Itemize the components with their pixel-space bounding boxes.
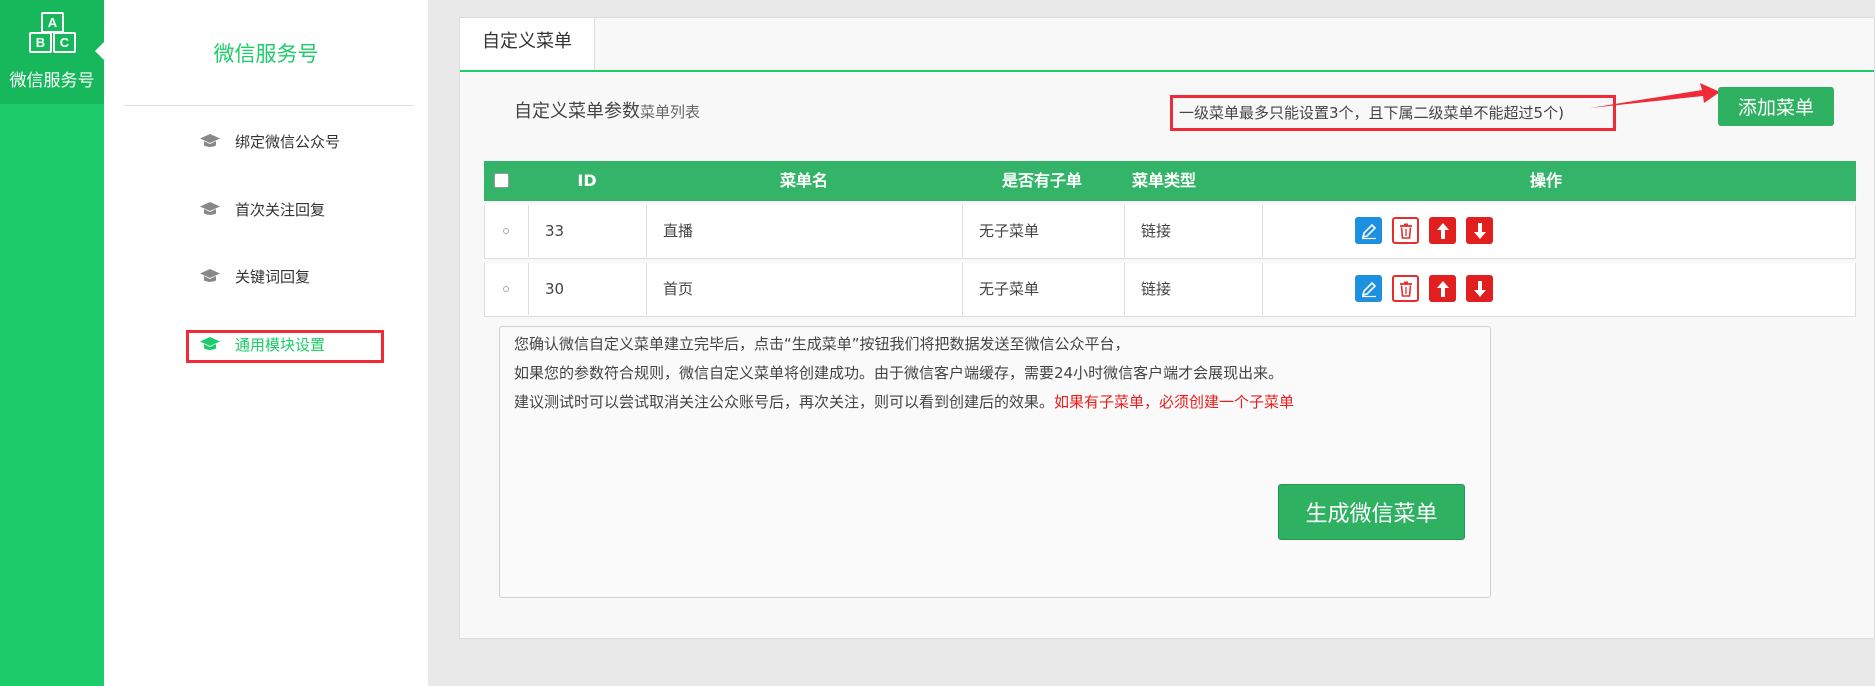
cell-name: 首页 (647, 263, 963, 315)
sidebar-item-first-follow-reply[interactable]: 首次关注回复 (199, 194, 325, 224)
cell-id: 33 (529, 205, 647, 257)
sidebar: 微信服务号 绑定微信公众号 首次关注回复 关键词回复 通用模块设置 (104, 0, 428, 686)
edit-icon[interactable] (1355, 217, 1382, 244)
main-panel: 自定义菜单 自定义菜单参数 菜单列表 一级菜单最多只能设置3个，且下属二级菜单不… (459, 17, 1875, 639)
params-heading: 自定义菜单参数 菜单列表 (514, 97, 700, 123)
sidebar-title: 微信服务号 (213, 42, 319, 66)
row-actions (1355, 275, 1493, 302)
column-header-name: 菜单名 (779, 171, 828, 190)
graduation-cap-icon (200, 269, 220, 282)
column-header-id: ID (577, 171, 597, 190)
tab-bar: 自定义菜单 (460, 18, 1874, 72)
select-all-checkbox[interactable] (494, 167, 510, 188)
logo-letter-b: B (29, 32, 52, 53)
menu-table: ID 菜单名 是否有子单 菜单类型 操作 33 直播 无子菜单 链接 30 首页… (484, 161, 1856, 317)
rail-item-label: 微信服务号 (9, 71, 95, 91)
cell-type: 链接 (1125, 263, 1263, 315)
cell-type: 链接 (1125, 205, 1263, 257)
menu-list-label: 菜单列表 (640, 103, 701, 121)
rail-item-wechat-service[interactable]: A B C 微信服务号 (0, 0, 104, 104)
move-down-icon[interactable] (1466, 275, 1493, 302)
move-down-icon[interactable] (1466, 217, 1493, 244)
instructions-box: 您确认微信自定义菜单建立完毕后，点击“生成菜单”按钮我们将把数据发送至微信公众平… (499, 326, 1491, 598)
table-header: ID 菜单名 是否有子单 菜单类型 操作 (484, 161, 1856, 201)
sidebar-divider (124, 105, 414, 106)
row-bullet (503, 286, 509, 292)
move-up-icon[interactable] (1429, 275, 1456, 302)
active-indicator (95, 42, 104, 60)
tab-custom-menu[interactable]: 自定义菜单 (460, 18, 595, 70)
add-menu-button[interactable]: 添加菜单 (1718, 87, 1834, 126)
column-header-type: 菜单类型 (1131, 171, 1196, 190)
edit-icon[interactable] (1355, 275, 1382, 302)
sidebar-item-label: 绑定微信公众号 (235, 132, 341, 151)
note-line-1: 您确认微信自定义菜单建立完毕后，点击“生成菜单”按钮我们将把数据发送至微信公众平… (514, 335, 1130, 353)
note-line-2: 如果您的参数符合规则，微信自定义菜单将创建成功。由于微信客户端缓存，需要24小时… (514, 364, 1284, 382)
note-line-3-text: 建议测试时可以尝试取消关注公众账号后，再次关注，则可以看到创建后的效果。 (514, 393, 1055, 411)
note-warning: 如果有子菜单，必须创建一个子菜单 (1054, 393, 1295, 411)
graduation-cap-icon (200, 134, 220, 147)
cell-has-sub: 无子菜单 (963, 263, 1125, 315)
delete-icon[interactable] (1392, 217, 1419, 244)
column-header-actions: 操作 (1529, 171, 1562, 190)
menu-limit-hint: 一级菜单最多只能设置3个，且下属二级菜单不能超过5个) (1170, 95, 1616, 131)
annotation-highlight-box (186, 330, 384, 363)
logo-letter-c: C (53, 32, 76, 53)
params-label: 自定义菜单参数 (514, 101, 640, 122)
delete-icon[interactable] (1392, 275, 1419, 302)
annotation-arrow-icon (1590, 83, 1720, 108)
row-bullet-cell (485, 263, 529, 315)
generate-menu-button[interactable]: 生成微信菜单 (1278, 484, 1465, 540)
cell-id: 30 (529, 263, 647, 315)
row-actions (1355, 217, 1493, 244)
cell-name: 直播 (647, 205, 963, 257)
sidebar-item-keyword-reply[interactable]: 关键词回复 (199, 261, 310, 291)
row-bullet (503, 228, 509, 234)
sidebar-item-bind-account[interactable]: 绑定微信公众号 (199, 126, 340, 156)
table-row: 33 直播 无子菜单 链接 (484, 205, 1856, 259)
logo-letter-a: A (41, 12, 64, 33)
move-up-icon[interactable] (1429, 217, 1456, 244)
sidebar-item-label: 首次关注回复 (235, 200, 326, 219)
sidebar-item-label: 关键词回复 (235, 267, 311, 286)
column-header-has-sub: 是否有子单 (1001, 171, 1082, 190)
table-row: 30 首页 无子菜单 链接 (484, 263, 1856, 317)
cell-has-sub: 无子菜单 (963, 205, 1125, 257)
abc-blocks-icon: A B C (27, 12, 76, 56)
row-bullet-cell (485, 205, 529, 257)
note-line-3: 建议测试时可以尝试取消关注公众账号后，再次关注，则可以看到创建后的效果。如果有子… (514, 391, 1294, 412)
graduation-cap-icon (200, 202, 220, 215)
